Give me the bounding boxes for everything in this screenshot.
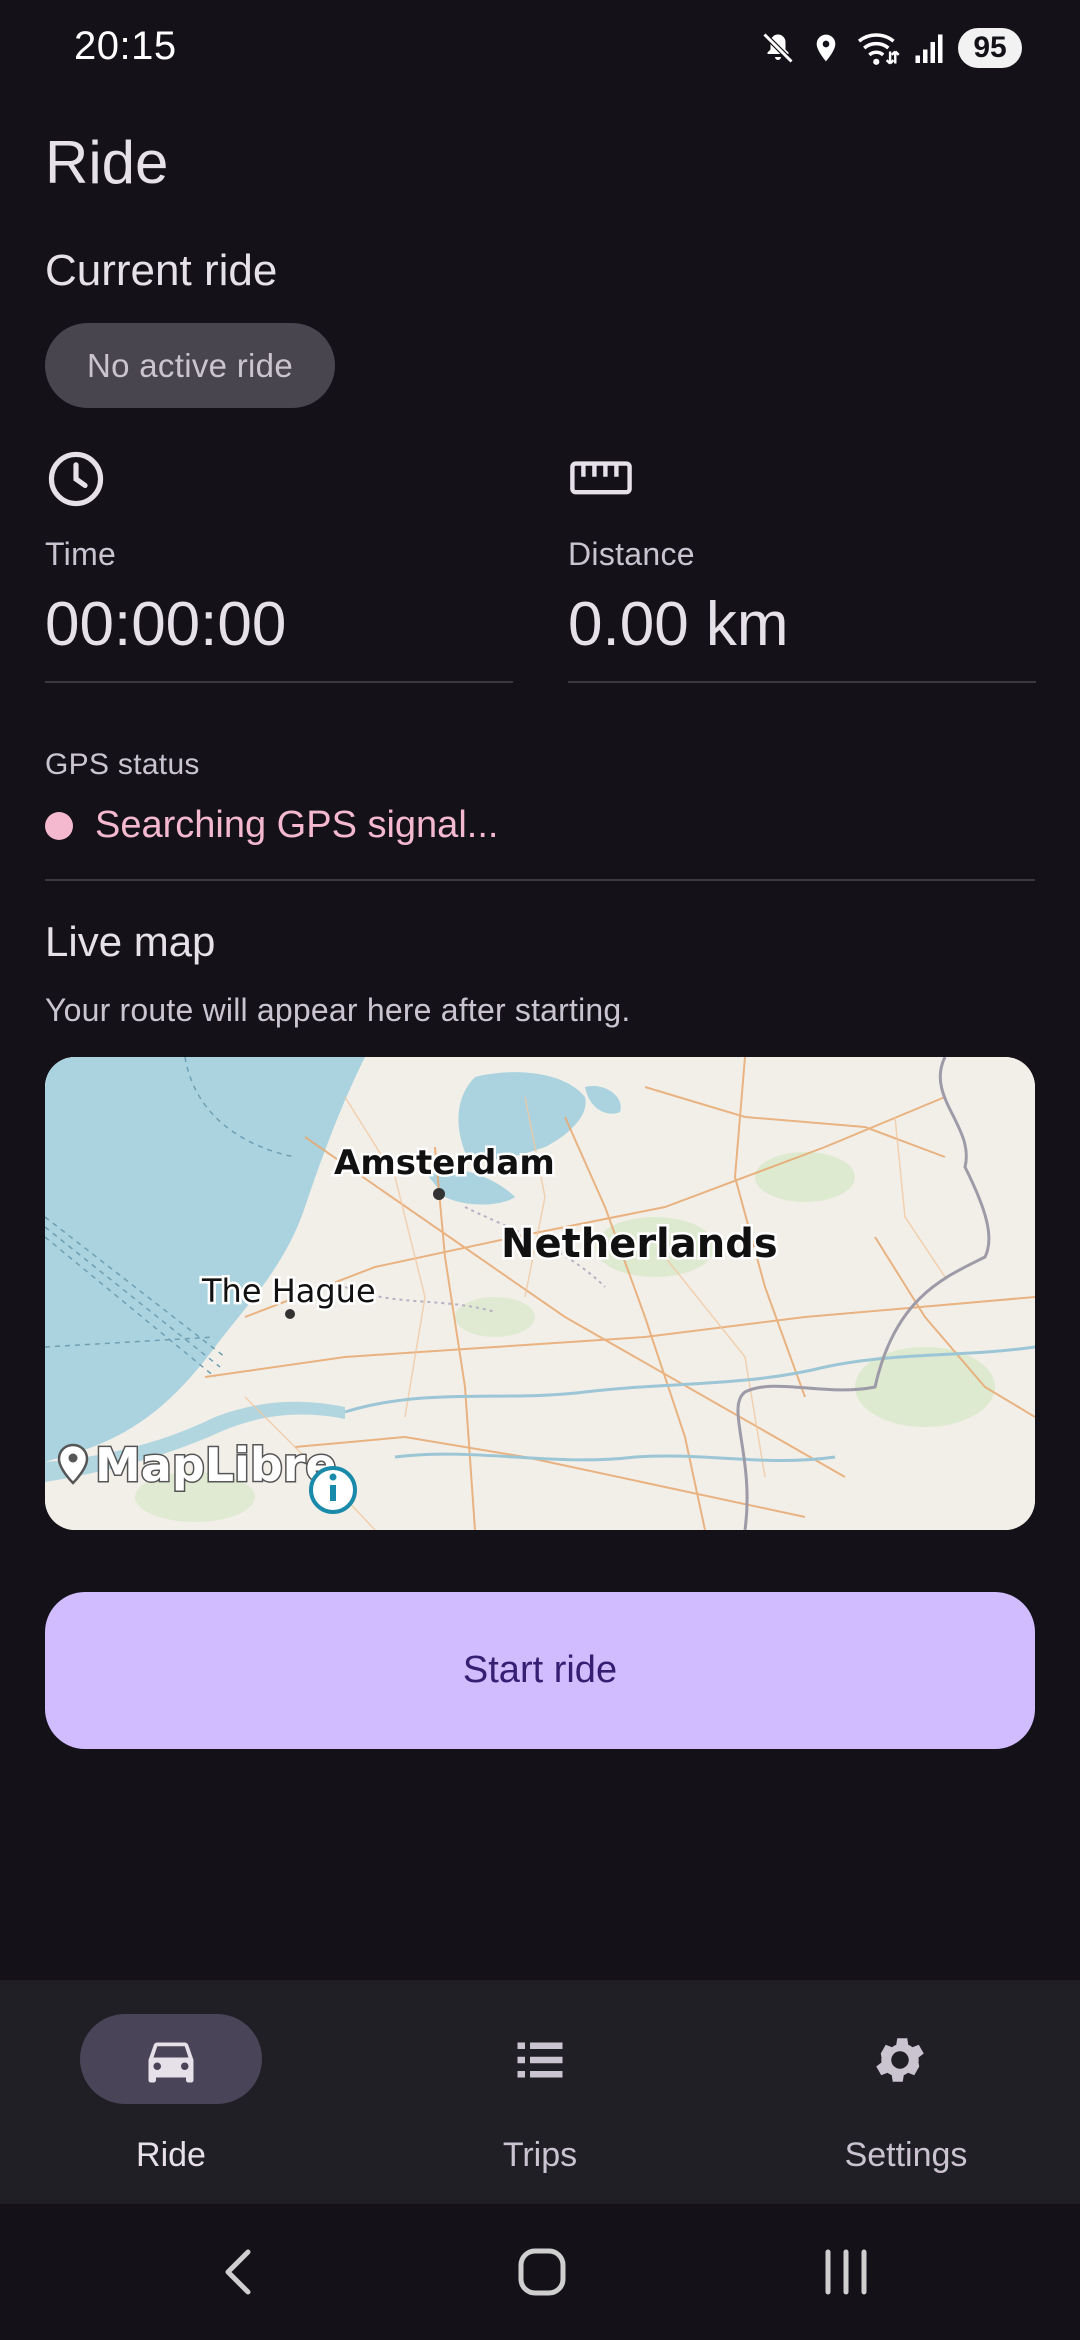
status-bar: 20:15 95 <box>0 0 1080 96</box>
map-label-netherlands: Netherlands <box>501 1221 778 1267</box>
maplibre-attribution[interactable]: MapLibre <box>57 1437 338 1494</box>
system-navigation-bar <box>0 2204 1080 2340</box>
ride-screen: 20:15 95 Ride Current ride No active rid… <box>0 0 1080 2340</box>
gps-status-label: GPS status <box>45 748 200 781</box>
maplibre-logo-text: MapLibre <box>95 1438 337 1492</box>
current-ride-heading: Current ride <box>45 246 278 295</box>
gps-status-text: Searching GPS signal... <box>95 804 499 846</box>
nav-label-trips: Trips <box>502 2136 578 2174</box>
home-icon[interactable] <box>502 2242 582 2302</box>
clock-icon <box>48 451 104 507</box>
location-icon <box>816 34 836 62</box>
battery-indicator: 95 <box>958 28 1022 68</box>
map-label-amsterdam: Amsterdam <box>334 1143 555 1183</box>
ruler-icon <box>570 461 632 495</box>
start-ride-button[interactable]: Start ride <box>45 1592 1035 1749</box>
car-icon <box>148 2042 194 2083</box>
wifi-icon <box>857 33 900 65</box>
status-time: 20:15 <box>74 24 177 68</box>
signal-icon <box>915 34 943 63</box>
time-label: Time <box>45 536 117 572</box>
time-divider <box>45 681 513 683</box>
back-icon[interactable] <box>200 2242 280 2302</box>
nav-item-settings[interactable]: Settings <box>720 1980 1080 2204</box>
gear-icon <box>876 2038 924 2082</box>
live-map[interactable]: Amsterdam Netherlands The Hague MapLibre <box>45 1057 1035 1530</box>
gps-divider <box>45 879 1035 881</box>
time-value: 00:00:00 <box>45 590 287 659</box>
amsterdam-marker <box>433 1188 445 1200</box>
map-label-the-hague: The Hague <box>201 1272 376 1310</box>
recents-icon[interactable] <box>806 2242 886 2302</box>
gps-status-row: Searching GPS signal... <box>45 804 498 847</box>
nav-item-ride[interactable]: Ride <box>0 1980 360 2204</box>
distance-value: 0.00 km <box>568 590 789 659</box>
live-map-heading: Live map <box>45 918 216 965</box>
distance-label: Distance <box>568 536 695 572</box>
attribution-info-icon[interactable] <box>309 1466 357 1514</box>
nav-item-trips[interactable]: Trips <box>360 1980 720 2204</box>
page-title: Ride <box>45 129 169 196</box>
distance-stat: Distance 0.00 km <box>568 448 1036 660</box>
time-stat: Time 00:00:00 <box>45 448 513 660</box>
nav-label-settings: Settings <box>844 2136 968 2174</box>
nav-label-ride: Ride <box>136 2136 206 2174</box>
mute-icon <box>762 32 794 64</box>
list-icon <box>517 2042 563 2078</box>
status-icons: 95 <box>760 26 1022 70</box>
the-hague-marker <box>285 1309 295 1319</box>
distance-divider <box>568 681 1036 683</box>
bottom-navigation: Ride Trips Settings <box>0 1980 1080 2204</box>
ride-status-chip: No active ride <box>45 323 335 408</box>
gps-status-dot <box>45 811 73 840</box>
live-map-subtext: Your route will appear here after starti… <box>45 992 631 1028</box>
